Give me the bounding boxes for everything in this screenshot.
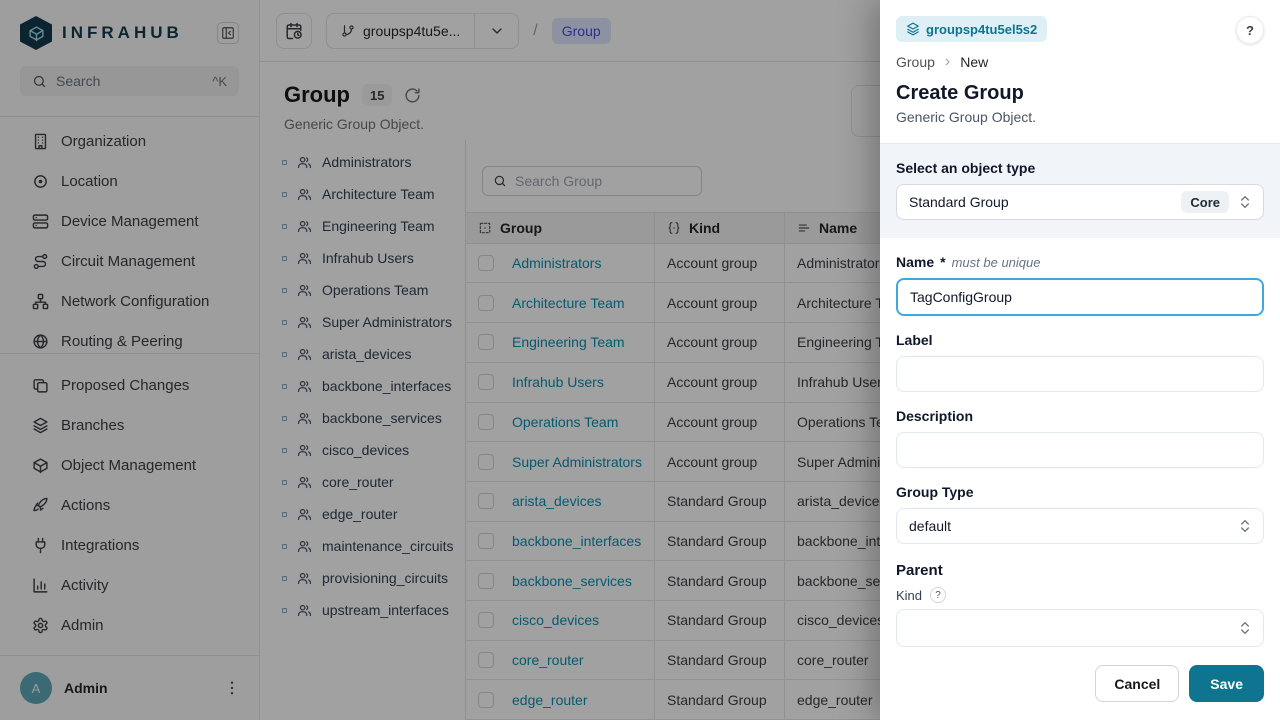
description-label: Description [896,408,973,424]
help-button[interactable]: ? [1236,16,1264,44]
parent-kind-select[interactable] [896,609,1264,647]
description-input[interactable] [896,432,1264,468]
group-type-value: default [909,518,951,534]
save-button[interactable]: Save [1189,665,1264,702]
branch-badge-label: groupsp4tu5el5s2 [926,22,1037,37]
breadcrumb-parent[interactable]: Group [896,54,935,70]
object-type-value: Standard Group [909,194,1009,210]
description-field: Description [896,408,1264,468]
parent-label: Parent [896,562,1264,579]
name-hint: must be unique [952,255,1041,270]
name-label: Name [896,254,934,270]
kind-label: Kind [896,588,922,603]
name-field: Name * must be unique [896,254,1264,316]
cancel-button[interactable]: Cancel [1095,665,1179,702]
required-marker: * [940,254,945,270]
label-label: Label [896,332,933,348]
drawer-subtitle: Generic Group Object. [896,109,1264,125]
create-group-drawer: groupsp4tu5el5s2 ? Group › New Create Gr… [880,0,1280,720]
chevrons-up-down-icon [1237,518,1253,534]
object-type-select[interactable]: Standard Group Core [896,184,1264,220]
group-type-select[interactable]: default [896,508,1264,544]
parent-kind-row: Kind ? [896,587,1264,603]
branch-badge: groupsp4tu5el5s2 [896,16,1047,42]
chevrons-up-down-icon [1237,194,1253,210]
group-type-field: Group Type default [896,484,1264,544]
label-field: Label [896,332,1264,392]
label-input[interactable] [896,356,1264,392]
chevron-right-icon: › [945,54,950,70]
group-type-label: Group Type [896,484,974,500]
app-screen: INFRAHUB Search ^K Organization Location… [0,0,1280,720]
object-type-label: Select an object type [896,160,1264,176]
name-input[interactable] [896,278,1264,316]
drawer-breadcrumb: Group › New [896,54,1264,70]
chevrons-up-down-icon [1237,620,1253,636]
layers-icon [906,22,920,36]
breadcrumb-current: New [960,54,988,70]
object-type-section: Select an object type Standard Group Cor… [880,143,1280,238]
kind-help-icon[interactable]: ? [930,587,946,603]
core-badge: Core [1181,191,1229,213]
drawer-actions: Cancel Save [896,665,1264,702]
drawer-title: Create Group [896,82,1264,105]
